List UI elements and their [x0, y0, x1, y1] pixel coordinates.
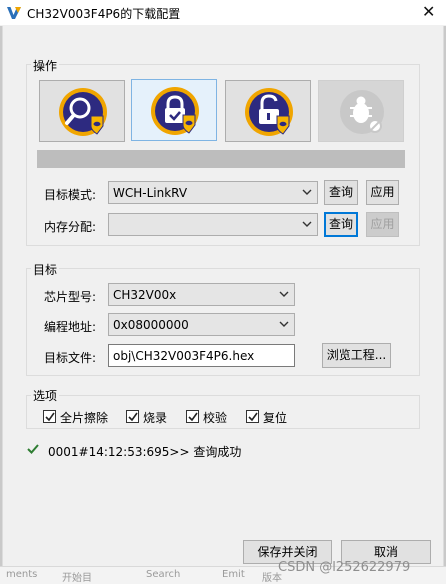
taskbar-item: Emit	[222, 569, 245, 580]
target-mode-select[interactable]: WCH-LinkRV	[108, 181, 318, 204]
checkmark-icon	[248, 412, 258, 422]
program-address-label: 编程地址:	[44, 320, 97, 334]
success-check-icon	[27, 444, 39, 454]
chevron-down-icon	[302, 189, 312, 195]
program-address-value: 0x08000000	[113, 318, 189, 332]
checkmark-icon	[188, 412, 198, 422]
full-erase-checkbox[interactable]	[43, 410, 56, 423]
checkmark-icon	[45, 412, 55, 422]
chevron-down-icon	[302, 221, 312, 227]
target-mode-apply-button[interactable]: 应用	[366, 180, 399, 205]
memory-alloc-select[interactable]	[108, 213, 318, 236]
options-group-legend: 选项	[31, 387, 60, 404]
program-address-select[interactable]: 0x08000000	[108, 313, 295, 336]
taskbar-item: ments	[6, 569, 38, 580]
lock-chip-icon	[151, 87, 199, 135]
memory-alloc-label: 内存分配:	[44, 220, 97, 234]
verify-label: 校验	[203, 411, 228, 425]
reset-label: 复位	[263, 411, 288, 425]
browse-project-button[interactable]: 浏览工程...	[322, 343, 391, 368]
debug-bug-icon	[340, 90, 384, 134]
program-label: 烧录	[143, 411, 168, 425]
target-mode-query-button[interactable]: 查询	[324, 180, 358, 205]
status-message: 0001#14:12:53:695>> 查询成功	[48, 445, 242, 459]
taskbar-item: Search	[146, 569, 181, 580]
target-mode-label: 目标模式:	[44, 188, 97, 202]
window-title: CH32V003F4P6的下载配置	[27, 7, 181, 21]
unlock-chip-icon	[245, 88, 293, 136]
chip-model-select[interactable]: CH32V00x	[108, 283, 295, 306]
full-erase-label: 全片擦除	[60, 411, 109, 425]
query-chip-button[interactable]	[39, 80, 125, 142]
progress-bar	[37, 150, 405, 168]
memory-alloc-query-button[interactable]: 查询	[324, 212, 358, 237]
chevron-down-icon	[279, 321, 289, 327]
search-chip-icon	[59, 88, 107, 136]
target-file-label: 目标文件:	[44, 351, 97, 365]
protect-chip-button[interactable]	[131, 79, 217, 141]
target-file-input[interactable]: obj\CH32V003F4P6.hex	[108, 344, 295, 367]
chip-model-label: 芯片型号:	[44, 290, 97, 304]
taskbar-item: 开始目	[62, 573, 92, 584]
title-bar[interactable]: CH32V003F4P6的下载配置 ✕	[0, 0, 446, 26]
debug-button[interactable]	[318, 80, 404, 142]
csdn-watermark: CSDN @l252622979	[278, 560, 411, 575]
chevron-down-icon	[279, 291, 289, 297]
memory-alloc-apply-button[interactable]: 应用	[366, 212, 399, 237]
target-file-value: obj\CH32V003F4P6.hex	[113, 349, 255, 363]
program-checkbox[interactable]	[126, 410, 139, 423]
target-group-legend: 目标	[31, 261, 60, 278]
checkmark-icon	[128, 412, 138, 422]
reset-checkbox[interactable]	[246, 410, 259, 423]
target-mode-value: WCH-LinkRV	[113, 186, 188, 200]
close-icon[interactable]: ✕	[422, 2, 435, 21]
unprotect-chip-button[interactable]	[225, 80, 311, 142]
verify-checkbox[interactable]	[186, 410, 199, 423]
app-logo-icon	[7, 7, 21, 19]
operation-group-legend: 操作	[31, 57, 60, 74]
chip-model-value: CH32V00x	[113, 288, 177, 302]
